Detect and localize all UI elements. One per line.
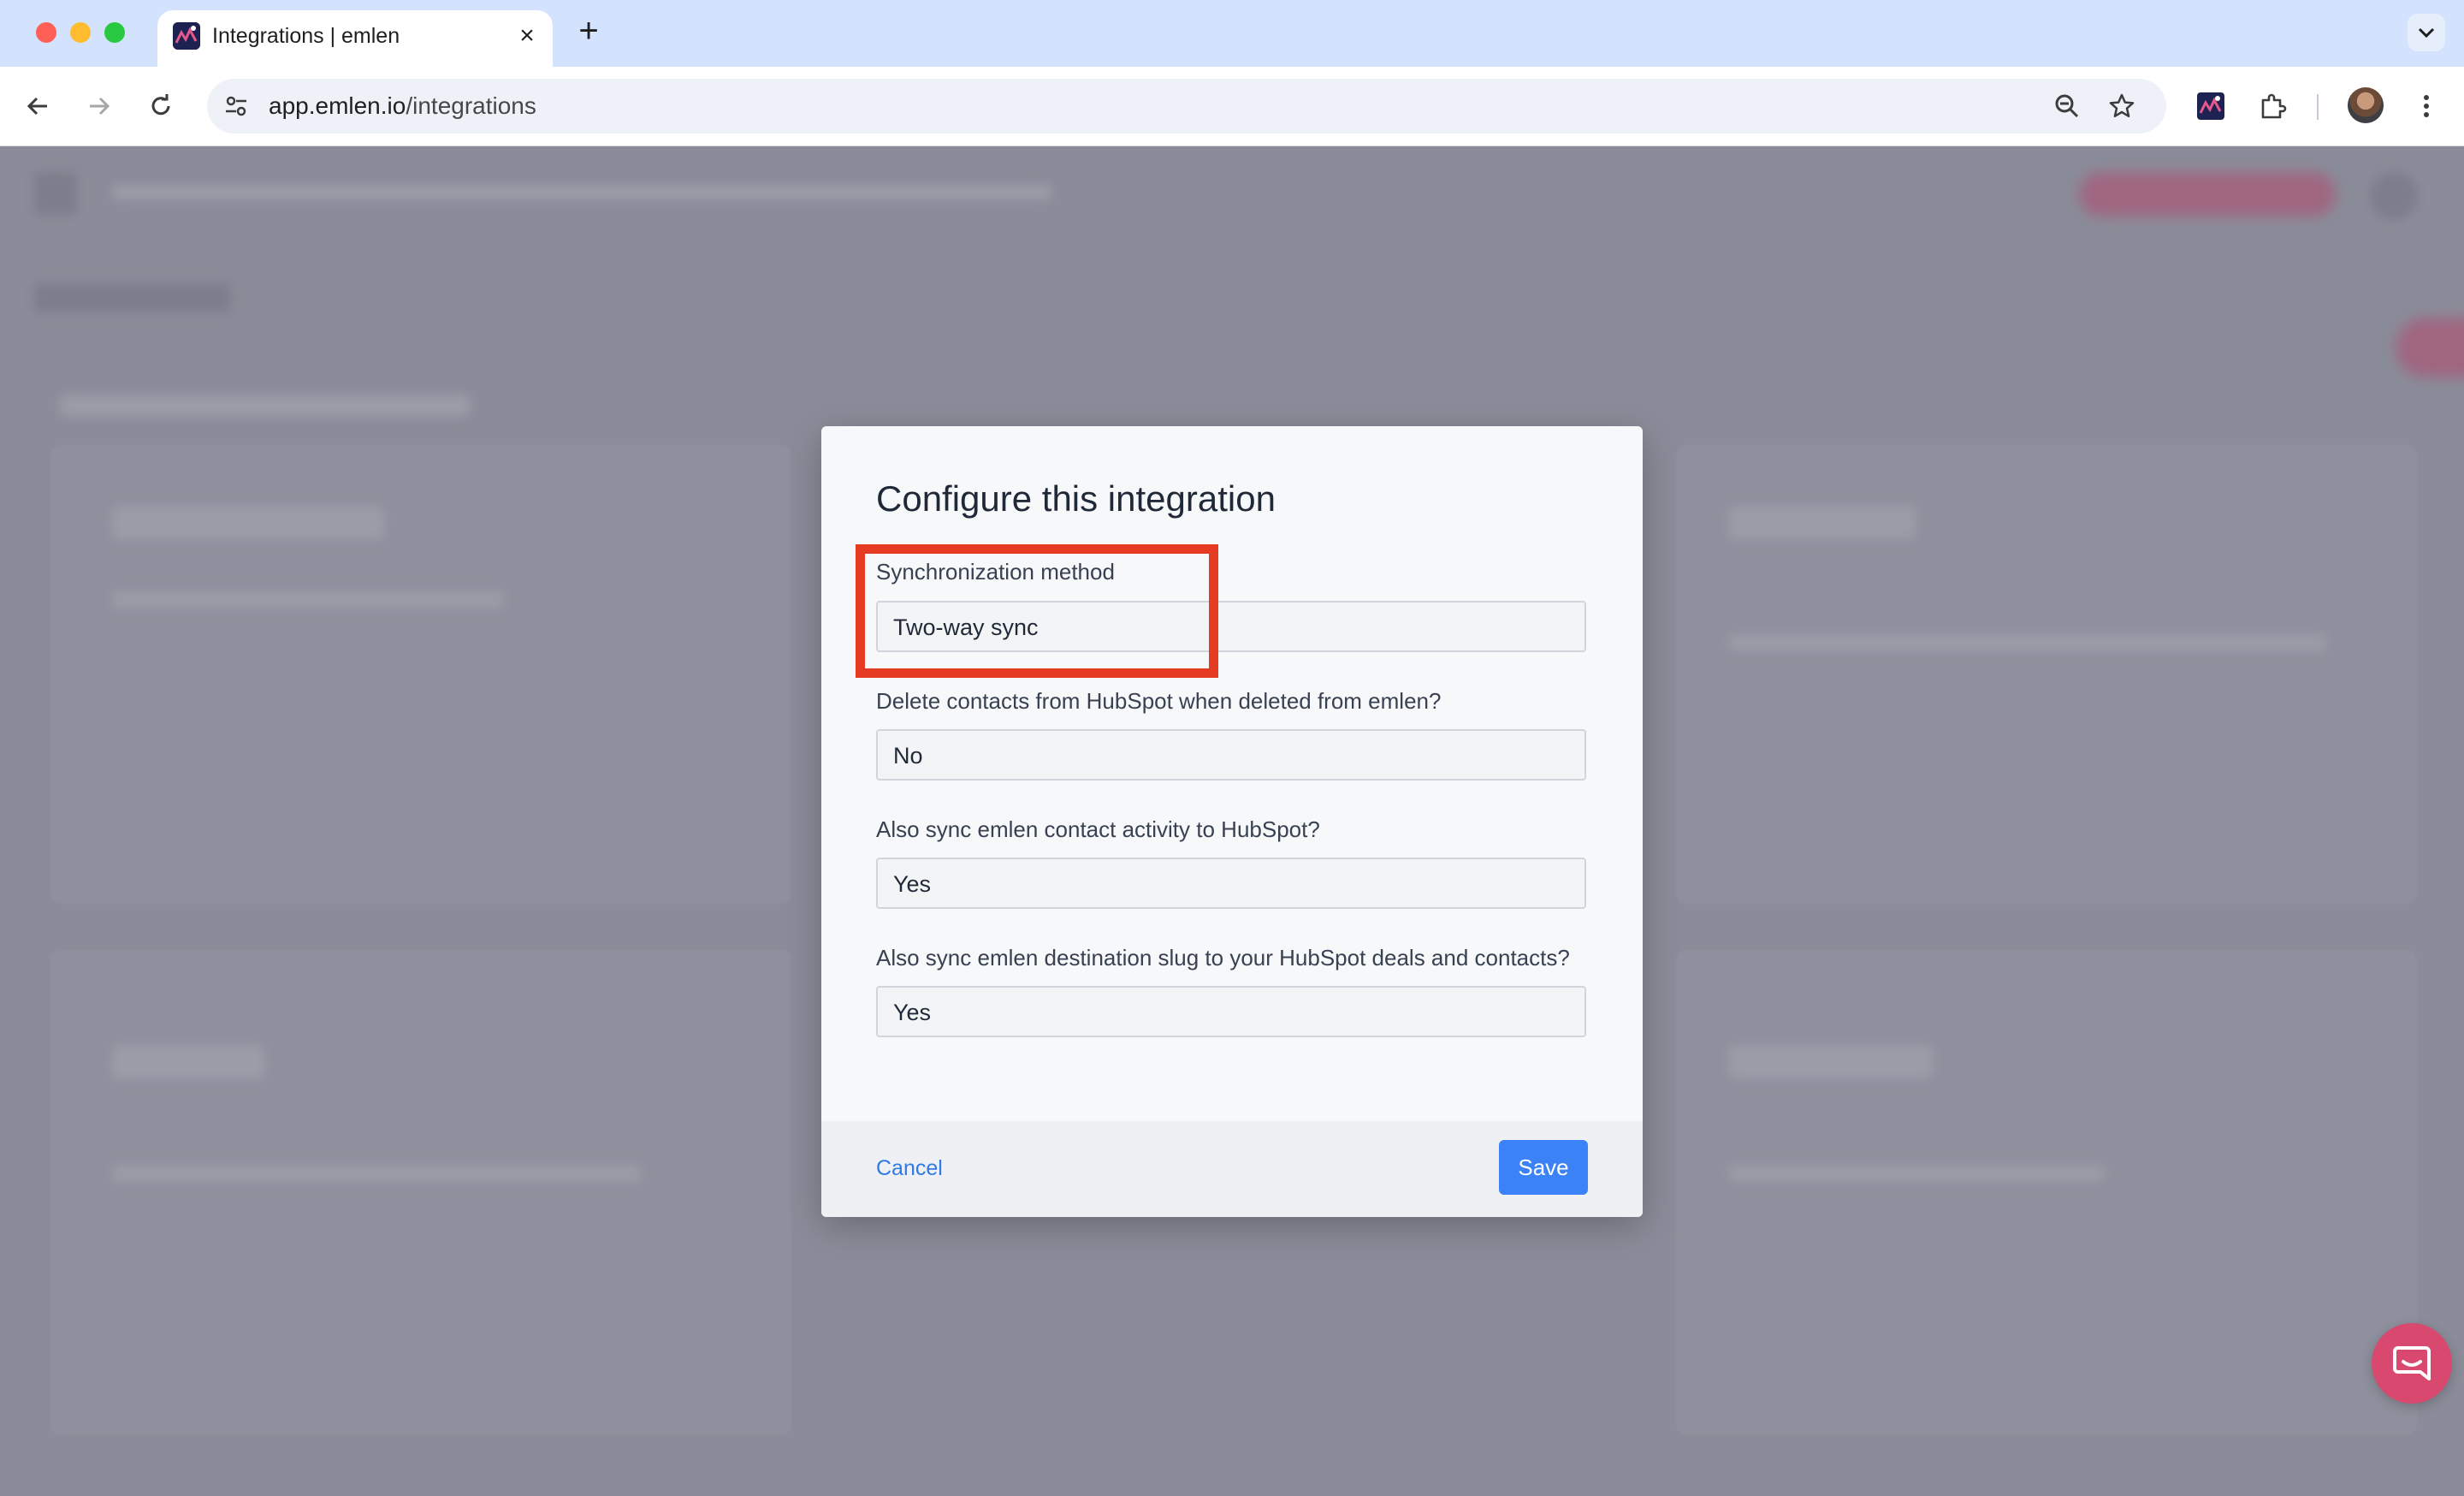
profile-avatar[interactable] <box>2348 87 2384 123</box>
tab-close-icon[interactable]: × <box>513 22 541 50</box>
delete-contacts-label: Delete contacts from HubSpot when delete… <box>876 688 1442 714</box>
browser-tab-strip: Integrations | emlen × + <box>0 0 2464 67</box>
app-cta-blurred <box>2079 172 2336 217</box>
tune-icon[interactable] <box>219 89 253 123</box>
app-nav-blurred <box>111 185 1052 200</box>
sync-slug-value: Yes <box>893 1000 932 1025</box>
sync-activity-select[interactable]: Yes <box>876 858 1586 909</box>
url-path: /integrations <box>406 92 536 119</box>
arrow-right-icon <box>90 97 110 116</box>
card-title-blurred <box>1728 1045 1934 1079</box>
delete-contacts-select[interactable]: No <box>876 729 1586 781</box>
app-logo-blurred <box>34 172 77 215</box>
forward-button[interactable] <box>79 86 120 127</box>
toolbar-divider <box>2317 94 2319 120</box>
tab-title: Integrations | emlen <box>212 24 400 48</box>
zoom-out-icon[interactable] <box>2050 89 2084 123</box>
card-text-blurred <box>111 591 505 608</box>
emlen-favicon-icon <box>173 22 200 50</box>
card-text-blurred <box>1728 634 2327 651</box>
side-button-blurred <box>2396 318 2464 377</box>
dialog-title: Configure this integration <box>876 478 1276 519</box>
cancel-button[interactable]: Cancel <box>876 1154 943 1183</box>
back-button[interactable] <box>17 86 58 127</box>
reload-icon <box>151 94 170 116</box>
integration-card-blurred <box>1677 951 2416 1434</box>
chat-bubble-icon <box>2393 1346 2431 1380</box>
window-zoom-button[interactable] <box>104 22 125 43</box>
card-title-blurred <box>111 1045 265 1079</box>
section-heading-blurred <box>60 395 471 417</box>
sync-slug-label: Also sync emlen destination slug to your… <box>876 945 1570 971</box>
tab-search-button[interactable] <box>2408 14 2445 51</box>
sync-activity-value: Yes <box>893 871 932 897</box>
chevron-down-icon <box>2418 27 2435 39</box>
card-title-blurred <box>111 506 385 540</box>
url-text: app.emlen.io/integrations <box>269 91 536 122</box>
arrow-left-icon <box>27 97 47 116</box>
puzzle-icon[interactable] <box>2252 86 2293 127</box>
emlen-extension-icon[interactable] <box>2190 86 2231 127</box>
dialog-footer: Cancel Save <box>821 1121 1643 1217</box>
url-host: app.emlen.io <box>269 92 406 119</box>
highlight-annotation <box>856 544 1218 678</box>
browser-toolbar: app.emlen.io/integrations <box>0 67 2464 146</box>
sync-activity-label: Also sync emlen contact activity to HubS… <box>876 816 1320 842</box>
kebab-menu-icon[interactable] <box>2406 86 2447 127</box>
card-text-blurred <box>1728 1165 2105 1182</box>
chat-widget-button[interactable] <box>2372 1323 2452 1404</box>
browser-tab-active[interactable]: Integrations | emlen × <box>157 10 553 67</box>
integration-card-blurred <box>51 951 791 1434</box>
delete-contacts-value: No <box>893 743 923 769</box>
sync-slug-select[interactable]: Yes <box>876 986 1586 1037</box>
card-text-blurred <box>111 1165 642 1182</box>
window-close-button[interactable] <box>36 22 56 43</box>
card-title-blurred <box>1728 506 1916 540</box>
star-icon[interactable] <box>2105 89 2139 123</box>
reload-button[interactable] <box>140 86 181 127</box>
window-minimize-button[interactable] <box>70 22 91 43</box>
save-button[interactable]: Save <box>1499 1140 1588 1195</box>
app-avatar-blurred <box>2370 172 2418 220</box>
page-heading-blurred <box>34 283 231 312</box>
address-bar[interactable]: app.emlen.io/integrations <box>207 79 2166 134</box>
new-tab-button[interactable]: + <box>572 14 606 48</box>
